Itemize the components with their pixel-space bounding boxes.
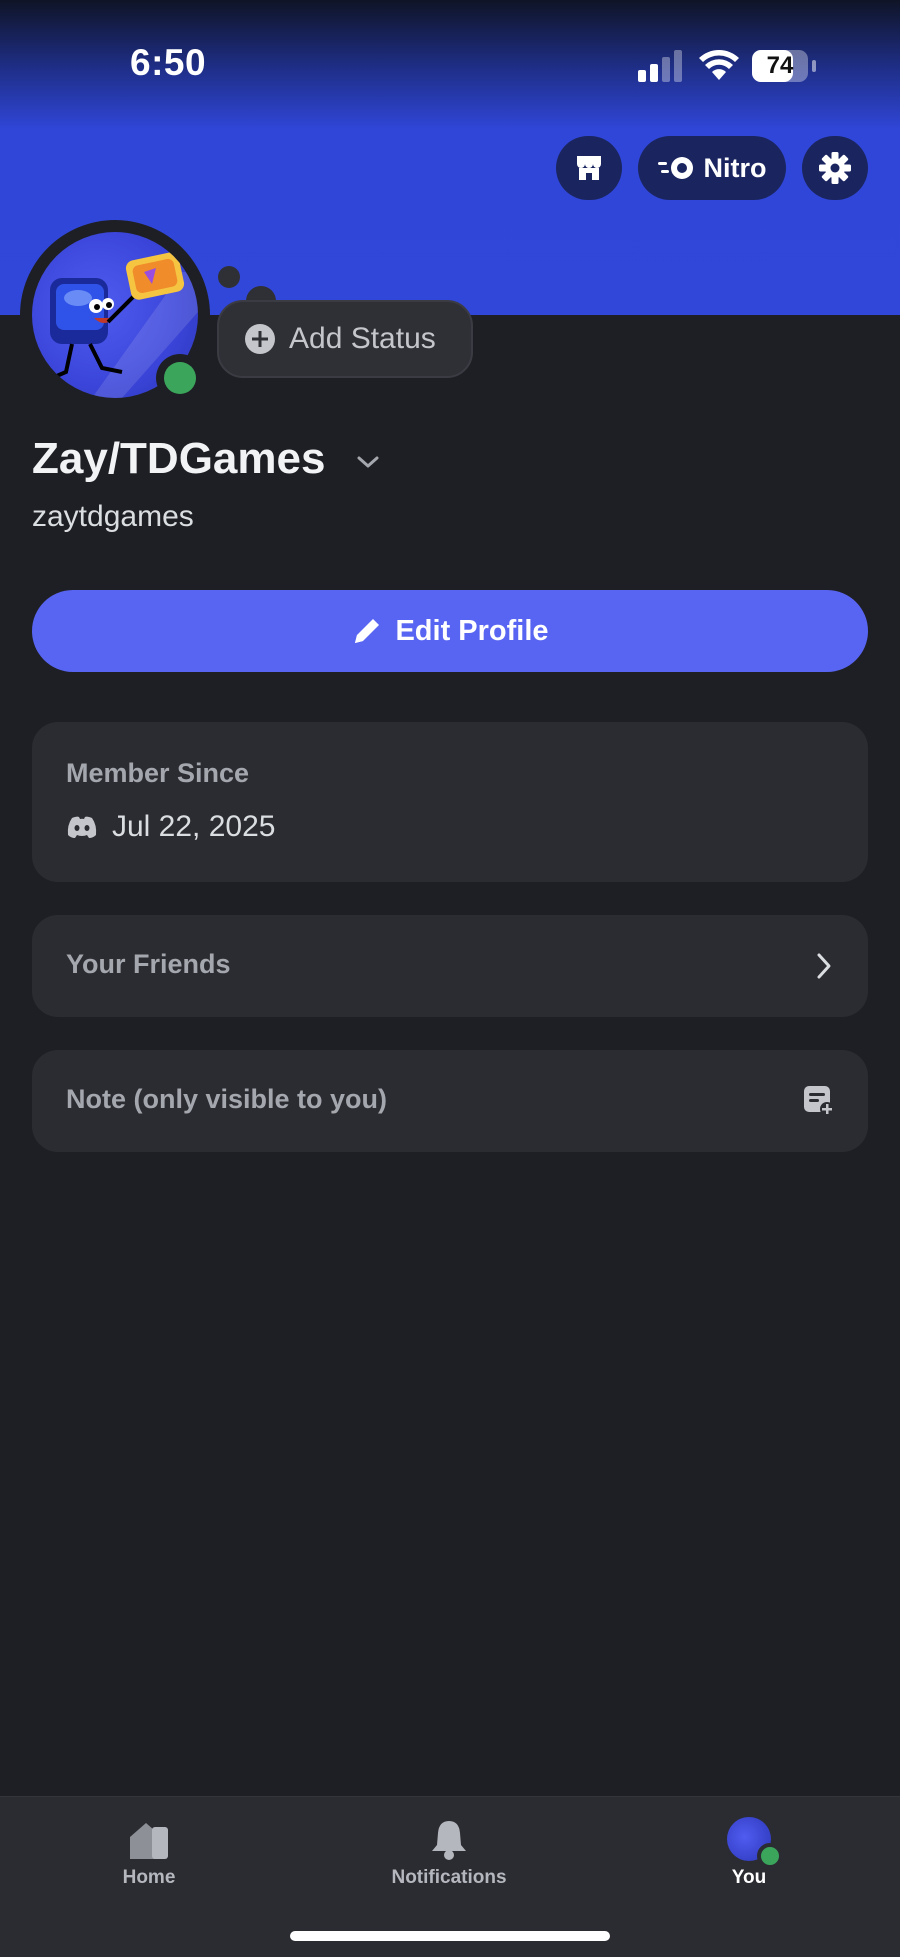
note-row[interactable]: Note (only visible to you) (32, 1050, 868, 1152)
display-name[interactable]: Zay/TDGames (32, 434, 325, 484)
your-friends-row[interactable]: Your Friends (32, 915, 868, 1017)
member-since-date: Jul 22, 2025 (112, 810, 276, 843)
add-note-icon (804, 1086, 834, 1116)
tab-you[interactable]: You (649, 1817, 849, 1889)
status-bar: 6:50 74 (0, 0, 900, 130)
tab-notifications[interactable]: Notifications (349, 1817, 549, 1889)
battery-percentage: 74 (766, 52, 794, 79)
tab-you-avatar (727, 1817, 783, 1869)
plus-circle-icon (245, 324, 275, 354)
username: zaytdgames (32, 500, 194, 533)
cellular-signal-icon (638, 50, 682, 82)
gear-icon (819, 152, 851, 184)
tab-notifications-label: Notifications (391, 1867, 507, 1888)
status-bubble-tail-small (218, 266, 240, 288)
online-status-indicator (164, 362, 196, 394)
nitro-button[interactable]: Nitro (638, 136, 786, 200)
tab-online-indicator (757, 1843, 783, 1869)
discord-logo-icon (67, 816, 97, 838)
tab-home[interactable]: Home (49, 1817, 249, 1889)
add-status-button[interactable]: Add Status (217, 300, 473, 378)
home-icon (130, 1823, 168, 1859)
home-indicator[interactable] (290, 1931, 610, 1941)
chevron-down-icon[interactable] (355, 452, 381, 472)
member-since-card: Member Since Jul 22, 2025 (32, 722, 868, 882)
shop-icon (577, 156, 601, 180)
member-since-title: Member Since (66, 758, 250, 788)
bell-icon (432, 1821, 466, 1860)
wifi-icon (699, 50, 739, 80)
nitro-icon (657, 157, 693, 179)
edit-profile-button[interactable]: Edit Profile (32, 590, 868, 672)
status-time: 6:50 (130, 42, 207, 83)
chevron-right-icon (817, 953, 831, 979)
note-label: Note (only visible to you) (66, 1084, 388, 1114)
pencil-icon (355, 619, 380, 643)
your-friends-label: Your Friends (66, 949, 231, 979)
edit-profile-label: Edit Profile (395, 614, 549, 647)
tab-home-label: Home (122, 1867, 176, 1888)
battery-nub (812, 60, 816, 72)
add-status-label: Add Status (289, 322, 436, 355)
member-since-row: Jul 22, 2025 (66, 810, 275, 844)
settings-button[interactable] (802, 136, 868, 200)
tab-you-label: You (731, 1867, 767, 1888)
battery-indicator: 74 (752, 50, 808, 82)
shop-button[interactable] (556, 136, 622, 200)
nitro-label: Nitro (703, 152, 767, 183)
